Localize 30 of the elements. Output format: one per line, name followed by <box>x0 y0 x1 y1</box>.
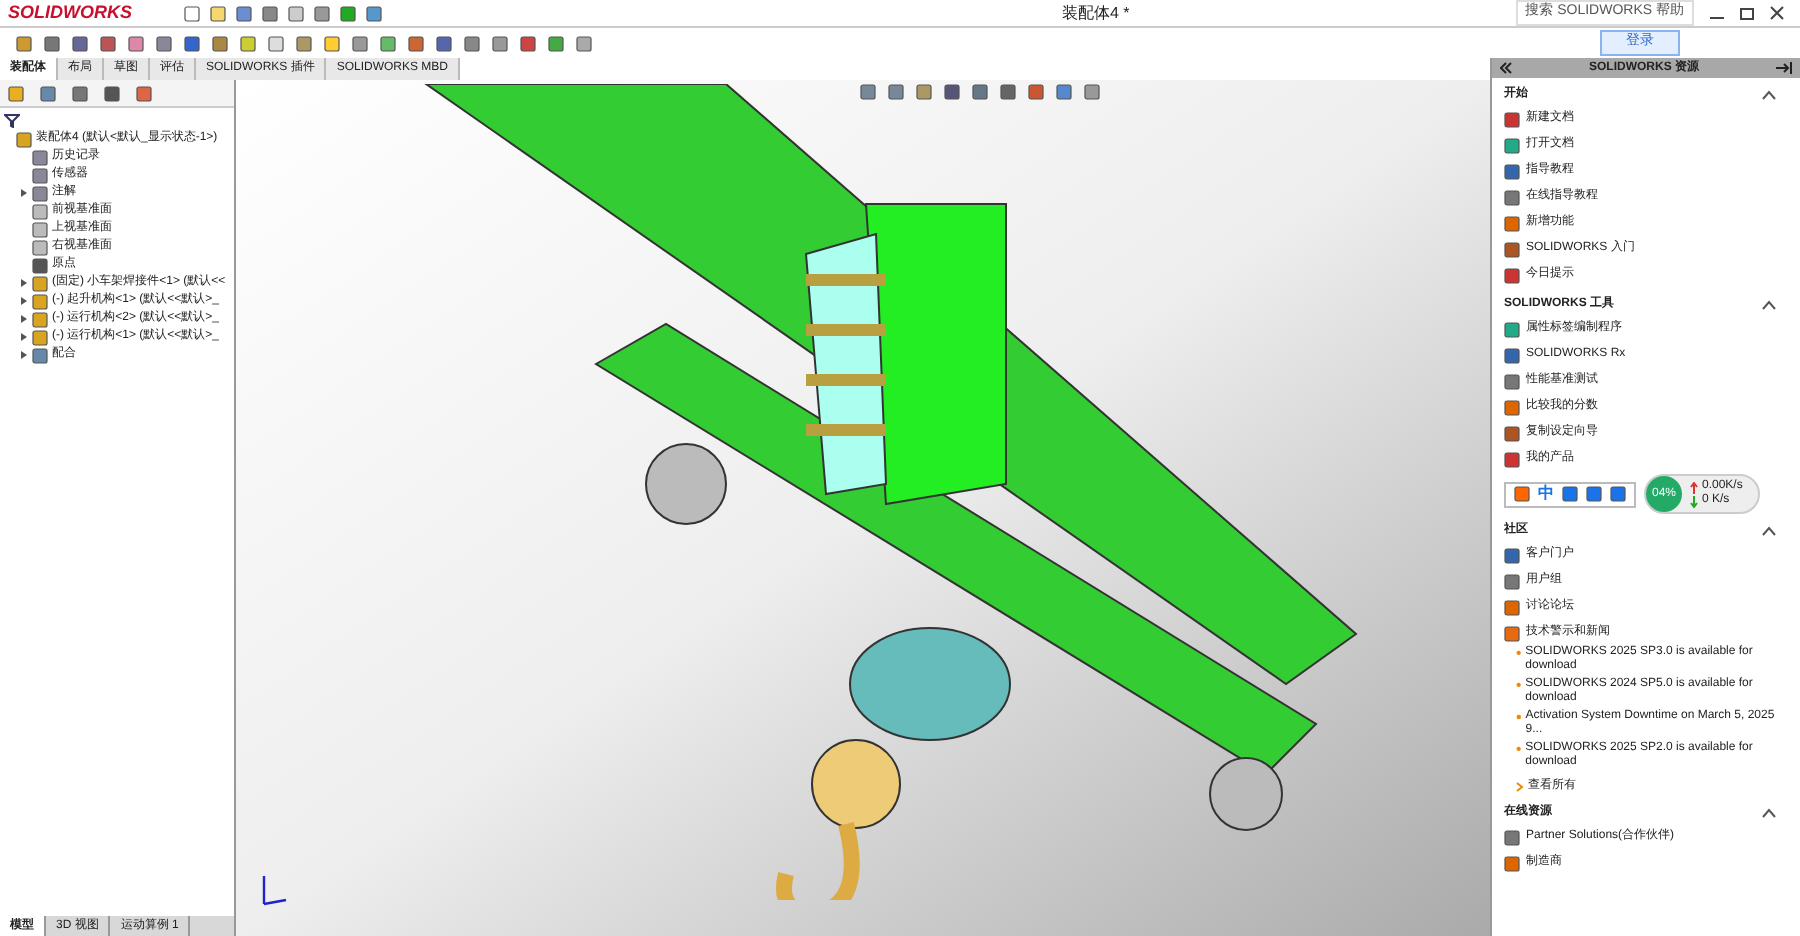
upload-arrow-icon <box>1690 481 1698 493</box>
collapse-icon[interactable] <box>1500 62 1512 74</box>
bullet-icon <box>1516 678 1522 690</box>
app-logo: SOLIDWORKS <box>6 0 134 26</box>
mates-icon <box>32 347 48 363</box>
window-title: 装配体4 * <box>1062 1 1130 25</box>
caret-icon[interactable] <box>1762 300 1776 310</box>
ime-logo-icon <box>1514 486 1530 502</box>
expand-arrow-icon[interactable] <box>20 296 28 306</box>
rss-icon <box>1504 625 1520 641</box>
origin-icon <box>32 257 48 273</box>
assembly-icon <box>16 131 32 147</box>
filter-icon[interactable] <box>4 114 20 128</box>
bullet-icon <box>1516 710 1522 722</box>
chevron-icon <box>1516 782 1524 792</box>
bullet-icon <box>1516 742 1522 754</box>
expand-arrow-icon[interactable] <box>20 350 28 360</box>
caret-icon[interactable] <box>1762 808 1776 818</box>
expand-arrow-icon[interactable] <box>20 188 28 198</box>
bullet-icon <box>1516 646 1522 658</box>
caret-icon[interactable] <box>1762 526 1776 536</box>
expand-arrow-icon[interactable] <box>20 278 28 288</box>
input-method-toolbar[interactable]: 中 <box>1504 481 1636 507</box>
expand-arrow-icon[interactable] <box>20 332 28 342</box>
restore-button[interactable] <box>1740 7 1754 19</box>
close-button[interactable] <box>1770 6 1784 20</box>
pin-icon[interactable] <box>1776 62 1792 74</box>
caret-icon[interactable] <box>1762 90 1776 100</box>
download-arrow-icon <box>1690 495 1698 507</box>
expand-arrow-icon[interactable] <box>20 314 28 324</box>
